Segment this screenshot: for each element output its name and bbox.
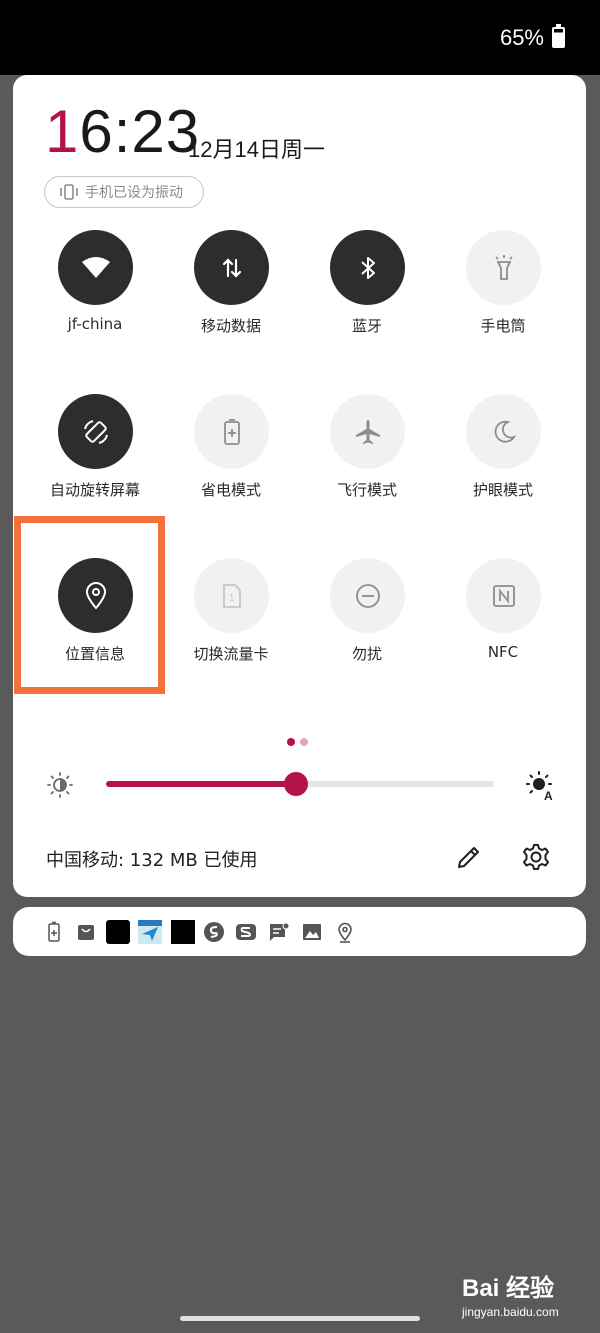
tile-label: 飞行模式: [336, 481, 397, 499]
watermark-brand: Bai 经验: [462, 1275, 555, 1302]
page-dot: [300, 738, 308, 746]
tile-mobile-data[interactable]: 移动数据: [163, 230, 299, 380]
mobile-data-icon: [194, 230, 269, 305]
tile-label: 蓝牙: [351, 317, 382, 335]
vibrate-label: 手机已设为振动: [85, 185, 183, 201]
date-label: 12月14日周一: [188, 137, 325, 162]
tile-wifi[interactable]: jf-china: [27, 230, 163, 380]
edit-icon[interactable]: [455, 843, 483, 871]
vibrate-status-chip[interactable]: 手机已设为振动: [44, 176, 204, 208]
page-indicator: [287, 731, 313, 750]
battery-icon: [48, 921, 60, 942]
tile-label: 勿扰: [351, 645, 382, 663]
sim-card-icon: 1: [194, 558, 269, 633]
location-icon: [338, 922, 352, 943]
clock: 16:23: [45, 99, 200, 165]
home-indicator[interactable]: [180, 1316, 420, 1321]
moon-icon: [466, 394, 541, 469]
svg-text:A: A: [544, 789, 553, 802]
bag-icon: [78, 925, 94, 940]
tile-eye-comfort[interactable]: 护眼模式: [435, 394, 571, 544]
tile-label: 护眼模式: [472, 481, 533, 499]
tile-label: 移动数据: [200, 317, 261, 335]
status-bar: 65%: [0, 0, 600, 75]
tile-battery-saver[interactable]: 省电模式: [163, 394, 299, 544]
bluetooth-icon: [330, 230, 405, 305]
battery-percent: 65%: [499, 25, 544, 50]
image-icon: [303, 924, 321, 940]
tile-label: jf-china: [67, 315, 123, 333]
baidu-jingyan-watermark: Bai 经验 jingyan.baidu.com: [462, 1268, 559, 1319]
brightness-low-icon: [47, 772, 73, 798]
notification-icons-bar[interactable]: [13, 907, 586, 956]
ticket-app-icon: [138, 920, 162, 944]
tile-label: 省电模式: [200, 481, 261, 499]
black-square-icon: [171, 920, 195, 944]
flashlight-icon: [466, 230, 541, 305]
auto-brightness-icon[interactable]: A: [524, 770, 556, 802]
battery-saver-icon: [194, 394, 269, 469]
tile-bluetooth[interactable]: 蓝牙: [299, 230, 435, 380]
black-square-icon: [106, 920, 130, 944]
tile-switch-data-sim[interactable]: 1 切换流量卡: [163, 558, 299, 708]
auto-rotate-icon: [58, 394, 133, 469]
location-tile-highlight-box: [14, 516, 165, 694]
do-not-disturb-icon: [330, 558, 405, 633]
tile-label: NFC: [487, 643, 519, 661]
battery-icon: [552, 24, 565, 48]
watermark-url: jingyan.baidu.com: [462, 1305, 559, 1319]
wifi-icon: [58, 230, 133, 305]
carrier-data-usage[interactable]: 中国移动: 132 MB 已使用: [46, 846, 257, 872]
tile-flashlight[interactable]: 手电筒: [435, 230, 571, 380]
tile-label: 手电筒: [480, 317, 526, 335]
tile-airplane-mode[interactable]: 飞行模式: [299, 394, 435, 544]
page-dot-active: [287, 738, 295, 746]
tile-label: 自动旋转屏幕: [49, 481, 140, 499]
s-app-icon: [204, 922, 224, 942]
vibrate-icon: [60, 184, 78, 200]
s-logo-icon: [236, 924, 256, 940]
gear-icon[interactable]: [522, 843, 550, 871]
tile-nfc[interactable]: NFC: [435, 558, 571, 708]
message-icon: [270, 922, 290, 941]
svg-text:1: 1: [229, 593, 235, 604]
tile-label: 切换流量卡: [193, 645, 269, 663]
clock-rest: 6:23: [79, 98, 201, 165]
brightness-slider-fill: [106, 781, 297, 787]
brightness-slider-thumb[interactable]: [284, 772, 309, 796]
tile-do-not-disturb[interactable]: 勿扰: [299, 558, 435, 708]
clock-first-digit: 1: [45, 98, 80, 165]
nfc-icon: [466, 558, 541, 633]
brightness-slider[interactable]: [106, 772, 494, 796]
airplane-icon: [330, 394, 405, 469]
